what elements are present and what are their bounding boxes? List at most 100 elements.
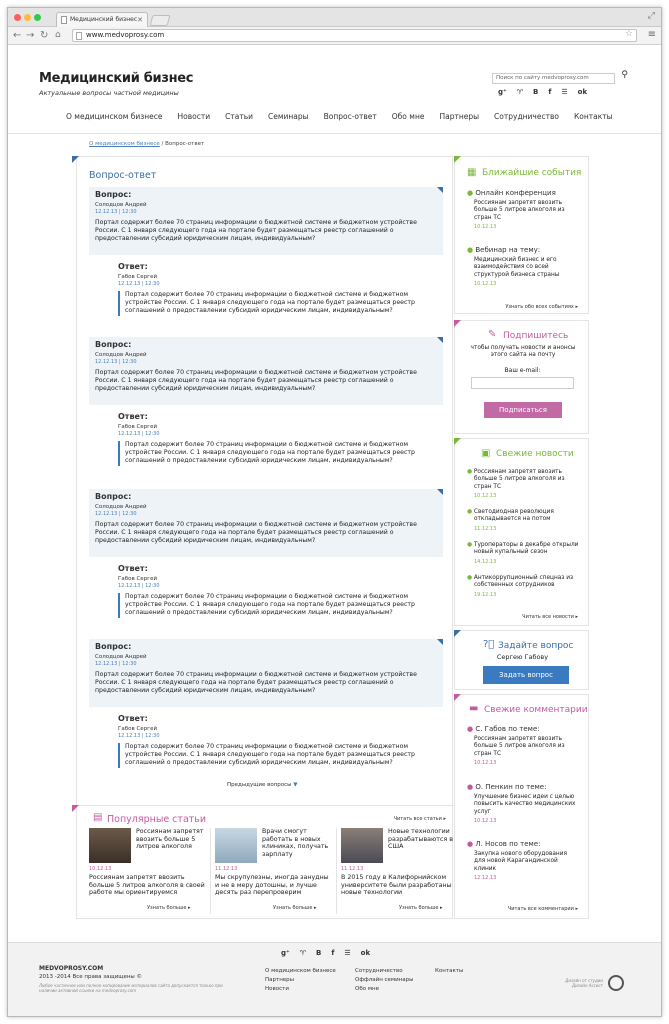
question-label: Вопрос:: [95, 642, 132, 651]
breadcrumb-link[interactable]: О медицинском бизнесе: [89, 141, 160, 147]
read-more-link[interactable]: Узнать больше ▸: [147, 905, 191, 911]
footer-site-name[interactable]: MEDVOPROSY.COM: [39, 965, 103, 972]
question-author[interactable]: Солодцов Андрей: [95, 504, 437, 510]
google-plus-icon[interactable]: g⁺: [498, 88, 507, 100]
footer-link[interactable]: Контакты: [435, 967, 463, 976]
comment-item[interactable]: ● С. Габов по теме: Россиянам запретят в…: [467, 725, 579, 766]
answer-author[interactable]: Габов Сергей: [118, 424, 444, 430]
comment-item[interactable]: ● О. Пенкин по теме: Улучшение бизнес ид…: [467, 783, 579, 824]
twitter-icon[interactable]: ♈: [300, 949, 306, 957]
designer-logo[interactable]: [608, 975, 624, 991]
search-icon[interactable]: ⚲: [621, 71, 628, 80]
facebook-icon[interactable]: f: [331, 949, 334, 957]
vk-icon[interactable]: B: [316, 949, 321, 957]
answer-author[interactable]: Габов Сергей: [118, 576, 444, 582]
news-widget: ▣ Свежие новости ● Россиянам запретят вв…: [454, 438, 589, 626]
nav-item-about[interactable]: О медицинском бизнесе: [66, 112, 163, 121]
nav-item-news[interactable]: Новости: [178, 112, 211, 121]
odnoklassniki-icon[interactable]: ok: [578, 88, 587, 100]
nav-item-about-me[interactable]: Обо мне: [392, 112, 425, 121]
zoom-window-button[interactable]: [34, 14, 41, 21]
close-window-button[interactable]: [14, 14, 21, 21]
odnoklassniki-icon[interactable]: ok: [361, 949, 370, 957]
footer-link[interactable]: Оффлайн семинары: [355, 976, 413, 985]
nav-item-qa[interactable]: Вопрос-ответ: [324, 112, 377, 121]
browser-tab[interactable]: Медицинский бизнес ✕: [56, 12, 148, 27]
footer-link[interactable]: Новости: [265, 985, 336, 994]
news-item[interactable]: ● Россиянам запретят ввозить больше 5 ли…: [467, 469, 579, 499]
question-author[interactable]: Солодцов Андрей: [95, 202, 437, 208]
menu-icon[interactable]: ≡: [648, 29, 656, 40]
news-item[interactable]: ● Светодиодная революция откладывается н…: [467, 509, 579, 532]
read-more-link[interactable]: Узнать больше ▸: [399, 905, 443, 911]
ask-question-button[interactable]: Задать вопрос: [483, 666, 569, 684]
page-icon: [61, 16, 67, 24]
event-item[interactable]: ● Онлайн конференция Россиянам запретят …: [467, 189, 579, 230]
rss-icon[interactable]: ☰: [344, 949, 350, 957]
all-news-link[interactable]: Читать все новости ▸: [522, 614, 578, 620]
article-thumbnail[interactable]: [341, 828, 383, 863]
article-title[interactable]: Россиянам запретят ввозить больше 5 литр…: [136, 828, 206, 851]
footer-link[interactable]: Сотрудничество: [355, 967, 413, 976]
comment-item[interactable]: ● Л. Носов по теме: Закупка нового обору…: [467, 840, 579, 881]
forward-icon[interactable]: →: [26, 29, 34, 42]
designer-credit[interactable]: Дизайн от студии Дизайн Ассист: [563, 978, 603, 988]
nav-item-contacts[interactable]: Контакты: [574, 112, 613, 121]
article-thumbnail[interactable]: [89, 828, 131, 863]
page-icon: [76, 32, 82, 40]
article-thumbnail[interactable]: [215, 828, 257, 863]
footer-link[interactable]: Партнеры: [265, 976, 336, 985]
ask-title: Задайте вопрос: [498, 641, 574, 651]
fullscreen-icon[interactable]: ⤢: [648, 11, 655, 21]
google-plus-icon[interactable]: g⁺: [281, 949, 290, 957]
new-tab-button[interactable]: [149, 15, 171, 26]
reload-icon[interactable]: ↻: [40, 29, 48, 42]
nav-item-cooperation[interactable]: Сотрудничество: [494, 112, 559, 121]
answer-label: Ответ:: [118, 714, 148, 723]
articles-icon: ▤: [93, 812, 103, 823]
corner-marker: [437, 187, 443, 193]
comment-icon: ▬: [469, 703, 479, 714]
site-logo[interactable]: Медицинский бизнес: [39, 71, 194, 86]
answer-text: Портал содержит более 70 страниц информа…: [118, 291, 444, 316]
news-date: 11.12.13: [474, 525, 497, 532]
question-author[interactable]: Солодцов Андрей: [95, 654, 437, 660]
event-item[interactable]: ● Вебинар на тему: Медицинский бизнес и …: [467, 246, 579, 287]
article-title[interactable]: Новые технологии разрабатываются в США: [388, 828, 458, 851]
rss-icon[interactable]: ☰: [561, 88, 567, 100]
home-icon[interactable]: ⌂: [55, 29, 61, 42]
subscribe-button[interactable]: Подписаться: [484, 402, 562, 418]
question-author[interactable]: Солодцов Андрей: [95, 352, 437, 358]
vk-icon[interactable]: B: [533, 88, 538, 100]
read-more-link[interactable]: Узнать больше ▸: [273, 905, 317, 911]
nav-item-partners[interactable]: Партнеры: [439, 112, 479, 121]
facebook-icon[interactable]: f: [548, 88, 551, 100]
close-tab-icon[interactable]: ✕: [137, 13, 143, 27]
email-field[interactable]: [471, 377, 574, 389]
footer-note: Любое частичное или полное копирование м…: [39, 983, 223, 993]
news-body: ● Россиянам запретят ввозить больше 5 ли…: [467, 469, 579, 491]
back-icon[interactable]: ←: [13, 29, 21, 42]
news-date: 19.12.13: [474, 591, 497, 598]
search-input[interactable]: Поиск по сайту medvoprosy.com ⚲: [492, 71, 628, 84]
site-tagline: Актуальные вопросы частной медицины: [39, 89, 179, 97]
footer-link[interactable]: О медицинском бизнесе: [265, 967, 336, 976]
footer-link[interactable]: Обо мне: [355, 985, 413, 994]
bullet-icon: ●: [467, 575, 474, 581]
bookmark-star-icon[interactable]: ☆: [625, 29, 633, 40]
all-comments-link[interactable]: Читать все комментарии ▸: [508, 906, 578, 912]
all-events-link[interactable]: Узнать обо всех событиях ▸: [505, 304, 578, 310]
nav-item-articles[interactable]: Статьи: [225, 112, 253, 121]
previous-questions-link[interactable]: Предыдущие вопросы ▼: [227, 782, 298, 788]
nav-item-seminars[interactable]: Семинары: [268, 112, 309, 121]
answer-author[interactable]: Габов Сергей: [118, 274, 444, 280]
news-item[interactable]: ● Туроператоры в декабре открыли новый к…: [467, 542, 579, 565]
article-title[interactable]: Врачи смогут работать в новых клиниках, …: [262, 828, 332, 858]
news-item[interactable]: ● Антикоррупционный спецназ из собственн…: [467, 575, 579, 598]
answer-author[interactable]: Габов Сергей: [118, 726, 444, 732]
twitter-icon[interactable]: ♈: [517, 88, 523, 100]
all-articles-link[interactable]: Читать все статьи ▸: [394, 816, 446, 822]
article-date: 11.12.13: [341, 866, 364, 872]
address-bar[interactable]: www.medvoprosy.com ☆: [72, 29, 637, 42]
minimize-window-button[interactable]: [24, 14, 31, 21]
